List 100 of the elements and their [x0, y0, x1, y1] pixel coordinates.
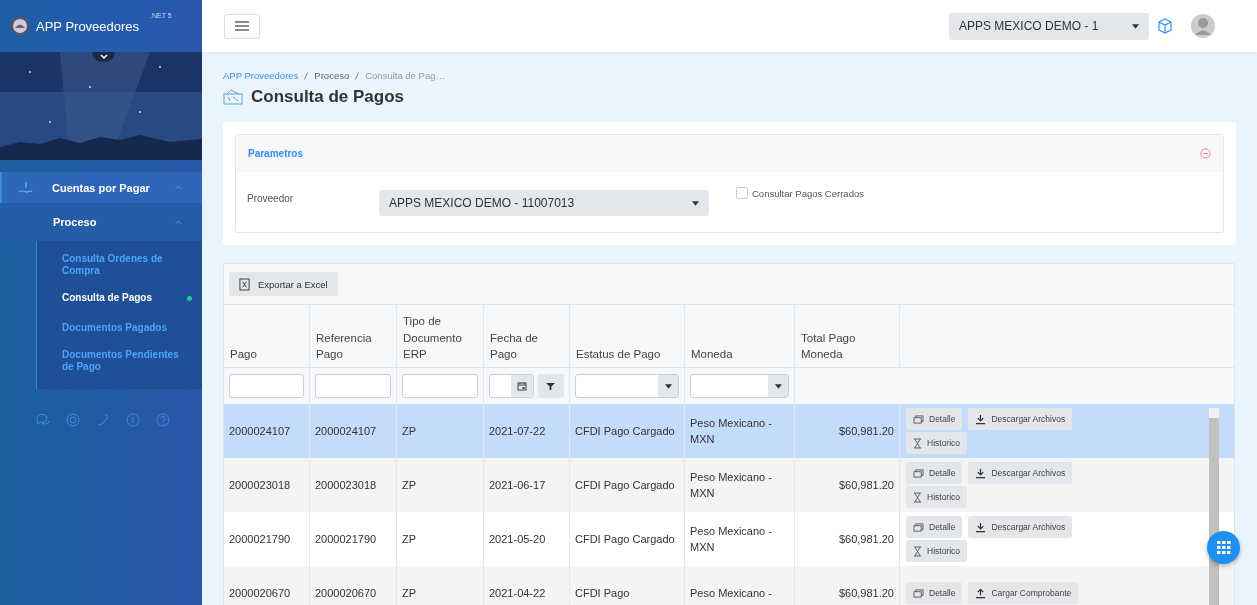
table-cell-text: 2000024107 — [229, 423, 291, 439]
chevron-up-icon — [175, 185, 182, 190]
column-header: Estatus de Pago — [570, 305, 685, 367]
table-cell-text: 2000021790 — [229, 531, 291, 547]
checkbox-label: Consultar Pagos Cerrados — [752, 187, 864, 199]
filter-select[interactable] — [575, 374, 679, 398]
table-cell-text: 2000023018 — [229, 477, 291, 493]
menu-item[interactable]: Consulta de Pagos — [37, 283, 202, 313]
table-cell-text: $60,981.20 — [838, 585, 894, 601]
filter-field[interactable] — [402, 374, 478, 398]
supplier-select[interactable]: APPS MEXICO DEMO - 11007013 — [379, 190, 709, 216]
table-cell-text: 2000020670 — [229, 585, 291, 601]
action-button[interactable]: Descargar Archivos — [968, 462, 1073, 484]
date-field[interactable] — [489, 374, 534, 398]
download-icon — [975, 413, 987, 425]
cube-icon[interactable] — [1157, 18, 1173, 34]
caret-icon — [664, 383, 672, 389]
download-icon — [975, 467, 987, 479]
section-title: Parametros — [248, 148, 304, 159]
action-button[interactable]: Detalle — [906, 408, 963, 430]
cards-icon — [913, 468, 924, 478]
table-cell-text: Peso Mexicano - — [690, 585, 772, 601]
excel-file-icon — [239, 277, 250, 291]
action-button[interactable]: Detalle — [906, 516, 963, 538]
download-icon — [975, 521, 987, 533]
column-header: Total Pago Moneda — [795, 305, 900, 367]
action-button[interactable]: Descargar Archivos — [968, 408, 1073, 430]
filter-field[interactable] — [229, 374, 304, 398]
checkbox[interactable] — [736, 187, 748, 199]
export-button[interactable]: Exportar a Excel — [229, 272, 338, 296]
menu-item[interactable]: Cuentas por Pagar — [0, 172, 202, 203]
filter-select[interactable] — [690, 374, 789, 398]
info-icon[interactable] — [126, 413, 140, 427]
menu-button[interactable] — [224, 13, 260, 39]
chevron-up-icon — [175, 219, 182, 225]
table-cell-text: ZP — [402, 585, 417, 601]
payment-icon — [223, 89, 243, 105]
table-row[interactable]: 2000023018 2000023018 ZP 2021-06-17 CFDI Pago Cargado Peso Mexicano - MXN $60,981.20 Detalle Descargar Archivos Historico — [224, 458, 1234, 512]
lifebuoy-icon[interactable] — [66, 413, 80, 427]
table-cell-text: CFDI Pago Cargado — [575, 477, 675, 493]
grid-icon — [1216, 540, 1231, 555]
chat-icon[interactable] — [36, 413, 50, 427]
action-button[interactable]: Detalle — [906, 582, 963, 604]
phone-icon[interactable] — [96, 413, 110, 427]
filter-field[interactable] — [315, 374, 391, 398]
help-icon[interactable] — [156, 413, 170, 427]
table-cell-text: $60,981.20 — [838, 423, 894, 439]
table-cell-text: Peso Mexicano - MXN — [690, 415, 773, 447]
cards-icon — [913, 522, 924, 532]
field-label: Proveedor — [247, 193, 295, 204]
hourglass-icon — [913, 491, 922, 503]
upload-icon — [975, 587, 987, 599]
table-cell-text: 2021-04-22 — [489, 585, 546, 601]
hourglass-icon — [913, 545, 922, 557]
table-row[interactable]: 2000024107 2000024107 ZP 2021-07-22 CFDI Pago Cargado Peso Mexicano - MXN $60,981.20 Detalle Descargar Archivos Historico — [224, 404, 1234, 458]
table-cell-text: 2000024107 — [315, 423, 377, 439]
menu-icon — [235, 21, 249, 31]
action-button[interactable]: Descargar Archivos — [968, 516, 1073, 538]
app-title: APP Proveedores — [36, 18, 140, 34]
table-cell-text: 2000020670 — [315, 585, 377, 601]
column-header: Pago — [224, 305, 310, 367]
table-cell-text: CFDI Pago Cargado — [575, 531, 675, 547]
table-cell-text: CFDI Pago Cargado — [575, 423, 675, 439]
slash-icon — [304, 71, 309, 80]
avatar-icon[interactable] — [1191, 14, 1215, 38]
chevron-button[interactable] — [92, 52, 115, 62]
action-button[interactable]: Cargar Comprobante — [968, 582, 1079, 604]
action-button[interactable]: Historico — [906, 486, 968, 508]
caret-icon — [1132, 23, 1139, 29]
table-cell-text: $60,981.20 — [838, 531, 894, 547]
table-cell-text: ZP — [402, 531, 417, 547]
breadcrumb-item[interactable]: Proceso — [314, 70, 350, 81]
column-header: Moneda — [685, 305, 795, 367]
calendar-icon — [516, 381, 527, 391]
table-row[interactable]: 2000020670 2000020670 ZP 2021-04-22 CFDI Pago Peso Mexicano - $60,981.20 Detalle Cargar Comprobante — [224, 566, 1234, 605]
menu-item[interactable]: Proceso — [0, 203, 202, 241]
table-cell-text: 2000023018 — [315, 477, 377, 493]
table-cell-text: ZP — [402, 477, 417, 493]
table-cell-text: CFDI Pago — [575, 585, 630, 601]
column-header: Referencia Pago — [310, 305, 397, 367]
table-cell-text: Peso Mexicano - MXN — [690, 523, 773, 555]
column-header: Fecha de Pago — [484, 305, 570, 367]
page-title: Consulta de Pagos — [251, 87, 405, 107]
collapse-icon[interactable] — [1200, 148, 1211, 159]
breadcrumb-item: Consulta de Pag… — [365, 70, 445, 81]
filter-button[interactable] — [537, 374, 564, 398]
caret-icon — [692, 200, 699, 206]
action-button[interactable]: Historico — [906, 540, 968, 562]
hand-coin-icon — [18, 179, 34, 196]
filter-icon — [546, 381, 556, 391]
company-select[interactable]: APPS MEXICO DEMO - 1 — [949, 12, 1149, 40]
chevron-down-icon — [98, 52, 109, 62]
table-cell-text: ZP — [402, 423, 417, 439]
table-cell-text: 2021-07-22 — [489, 423, 546, 439]
action-button[interactable]: Detalle — [906, 462, 963, 484]
cards-icon — [913, 414, 924, 424]
table-row[interactable]: 2000021790 2000021790 ZP 2021-05-20 CFDI Pago Cargado Peso Mexicano - MXN $60,981.20 Detalle Descargar Archivos Historico — [224, 512, 1234, 566]
column-header: Tipo de Documento ERP — [397, 305, 484, 367]
action-button[interactable]: Historico — [906, 432, 968, 454]
table-cell-text: 2000021790 — [315, 531, 377, 547]
